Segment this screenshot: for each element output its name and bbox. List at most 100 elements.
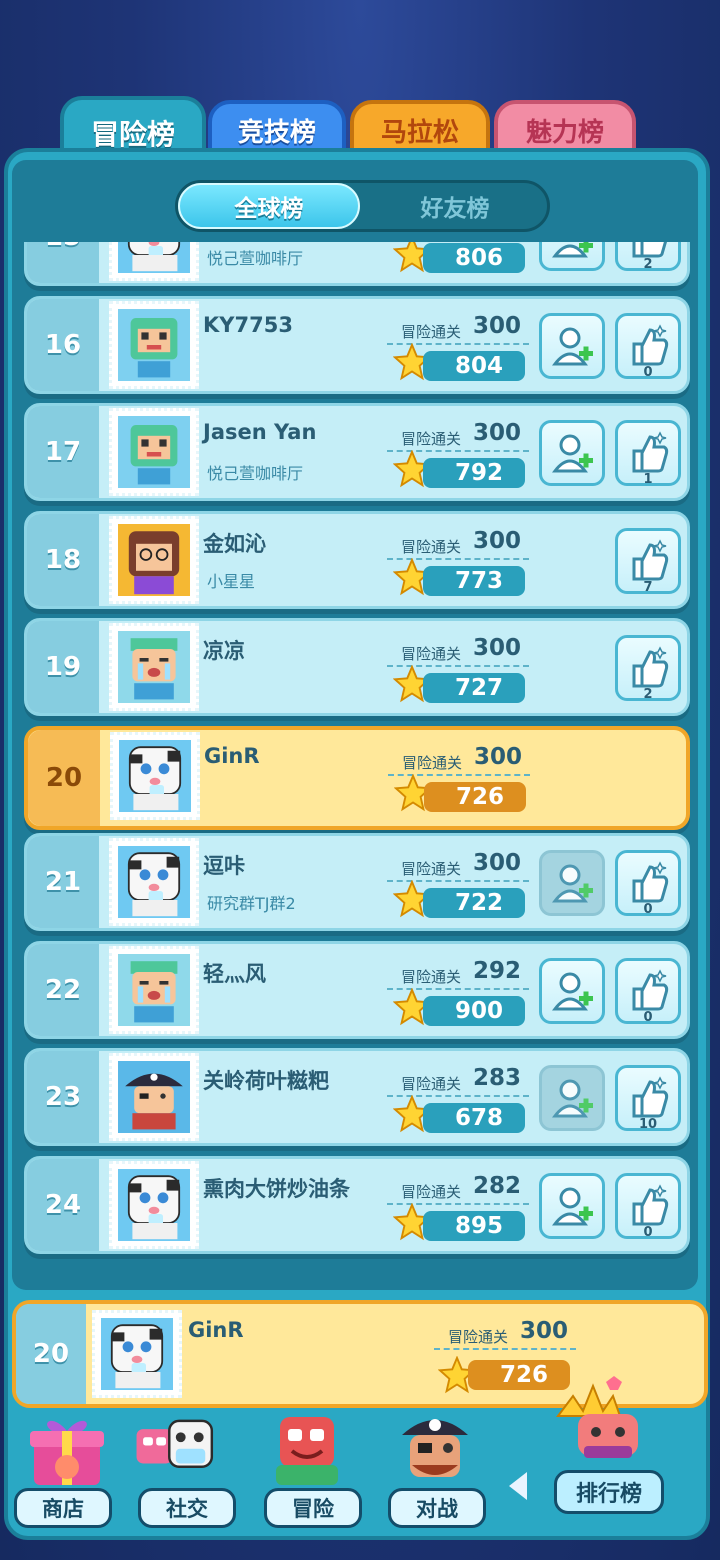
score-value: 900	[423, 995, 525, 1026]
avatar	[109, 1053, 199, 1141]
like-count: 7	[643, 579, 653, 595]
like-button[interactable]: 0	[615, 312, 681, 380]
table-row[interactable]: 23 关岭荷叶糍粑 冒险通关 283 678 10	[24, 1048, 690, 1146]
avatar	[109, 300, 199, 389]
like-button[interactable]: 7	[615, 527, 681, 595]
table-row[interactable]: 17 Jasen Yan 悦己萱咖啡厅 冒险通关 300 792 1	[24, 403, 690, 501]
like-button[interactable]: 1	[615, 420, 681, 487]
player-name: GinR	[188, 1318, 244, 1342]
add-friend-button[interactable]	[539, 1172, 605, 1239]
like-count: 1	[643, 472, 653, 487]
avatar	[109, 408, 199, 496]
add-friend-button[interactable]	[539, 1065, 605, 1131]
table-row[interactable]: 20 GinR 冒险通关 300 726	[24, 725, 690, 830]
like-button[interactable]: 0	[615, 957, 681, 1025]
player-group: 悦己萱咖啡厅	[207, 249, 304, 268]
table-row[interactable]: 19 凉凉 冒险通关 300 727 2	[24, 618, 690, 716]
player-name: Jasen Yan	[203, 420, 317, 444]
like-count: 0	[643, 364, 653, 380]
player-name: 逗咔	[203, 854, 245, 878]
avatar	[109, 1160, 199, 1249]
rank-number: 15	[27, 242, 99, 283]
like-button[interactable]: 0	[615, 850, 681, 917]
like-count: 2	[643, 687, 653, 702]
nav-shop-button[interactable]: 商店	[14, 1488, 112, 1528]
leaderboard-crown-icon[interactable]	[548, 1376, 658, 1466]
adventure-value: 282	[473, 1172, 522, 1199]
nav-battle-button[interactable]: 对战	[388, 1488, 486, 1528]
avatar	[109, 945, 199, 1034]
adventure-progress: 冒险通关 300	[387, 420, 529, 452]
adventure-progress: 冒险通关 300	[387, 635, 529, 667]
nav-adventure-button[interactable]: 冒险	[264, 1488, 362, 1528]
table-row[interactable]: 16 KY7753 冒险通关 300 804 0	[24, 295, 690, 394]
like-button[interactable]: 0	[615, 1172, 681, 1240]
rank-number: 20	[16, 1304, 86, 1404]
social-friends-icon[interactable]	[130, 1405, 220, 1490]
add-friend-button[interactable]	[539, 957, 605, 1024]
adventure-progress: 冒险通关 300	[388, 744, 530, 776]
like-count: 0	[643, 1224, 653, 1240]
score-value: 895	[423, 1210, 525, 1241]
adventure-label: 冒险通关	[401, 1075, 462, 1093]
shop-gift-icon[interactable]	[22, 1405, 112, 1490]
add-friend-button[interactable]	[539, 850, 605, 916]
adventure-value: 300	[473, 527, 522, 554]
table-row[interactable]: 24 熏肉大饼炒油条 冒险通关 282 895 0	[24, 1155, 690, 1254]
like-button[interactable]: 10	[615, 1065, 681, 1132]
like-button[interactable]: 2	[615, 635, 681, 702]
adventure-label: 冒险通关	[448, 1328, 509, 1346]
table-row[interactable]: 15悦己萱咖啡厅冒险通关8062	[24, 242, 690, 286]
adventure-value: 300	[473, 635, 522, 661]
player-name: 关岭荷叶糍粑	[203, 1069, 329, 1093]
adventure-label: 冒险通关	[401, 645, 462, 663]
adventure-value: 300	[473, 850, 522, 876]
segment-global[interactable]: 全球榜	[178, 183, 360, 229]
adventure-value: 292	[473, 957, 522, 984]
player-group: 研究群TJ群2	[207, 894, 296, 913]
add-friend-button[interactable]	[539, 312, 605, 379]
nav-arrow-icon	[509, 1472, 527, 1500]
table-row[interactable]: 21 逗咔 研究群TJ群2 冒险通关 300 722 0	[24, 833, 690, 931]
add-friend-button[interactable]	[539, 242, 605, 271]
adventure-value: 300	[473, 420, 522, 446]
add-friend-button[interactable]	[539, 420, 605, 486]
adventure-label: 冒险通关	[401, 430, 462, 448]
player-name: 熏肉大饼炒油条	[203, 1176, 350, 1201]
table-row[interactable]: 22 轻灬风 冒险通关 292 900 0	[24, 940, 690, 1039]
ranking-list[interactable]: 15悦己萱咖啡厅冒险通关806216KY7753冒险通关300804017Jas…	[0, 242, 720, 1277]
player-group: 小星星	[207, 571, 256, 591]
score-value: 678	[423, 1103, 525, 1133]
nav-leaderboard-button[interactable]: 排行榜	[554, 1470, 664, 1514]
adventure-label: 冒险通关	[401, 860, 462, 878]
adventure-value: 283	[473, 1065, 522, 1091]
player-group: 悦己萱咖啡厅	[207, 464, 304, 483]
player-name: 金如沁	[203, 531, 266, 556]
adventure-label: 冒险通关	[401, 322, 462, 341]
adventure-progress: 冒险通关 300	[387, 850, 529, 882]
score-value: 804	[423, 350, 525, 381]
adventure-label: 冒险通关	[401, 537, 462, 556]
adventure-progress: 冒险通关 282	[387, 1173, 529, 1205]
adventure-hero-icon[interactable]	[262, 1405, 352, 1490]
rank-number: 21	[27, 836, 99, 928]
avatar	[109, 515, 199, 604]
adventure-progress: 冒险通关 292	[387, 958, 529, 990]
adventure-label: 冒险通关	[402, 753, 463, 772]
player-name: KY7753	[203, 312, 293, 337]
segment-friends[interactable]: 好友榜	[370, 183, 540, 229]
like-button[interactable]: 2	[615, 242, 681, 272]
table-row[interactable]: 18 金如沁 小星星 冒险通关 300 773 7	[24, 510, 690, 609]
adventure-progress: 冒险通关 283	[387, 1065, 529, 1097]
rank-number: 20	[28, 729, 100, 826]
battle-pirate-icon[interactable]	[390, 1405, 480, 1490]
player-name: GinR	[204, 743, 260, 768]
like-count: 10	[638, 1117, 658, 1132]
adventure-progress: 冒险通关 300	[387, 528, 529, 560]
adventure-label: 冒险通关	[401, 967, 462, 986]
rank-number: 17	[27, 406, 99, 498]
avatar	[110, 731, 200, 820]
score-value: 727	[423, 673, 525, 703]
nav-social-button[interactable]: 社交	[138, 1488, 236, 1528]
rank-number: 18	[27, 513, 99, 606]
